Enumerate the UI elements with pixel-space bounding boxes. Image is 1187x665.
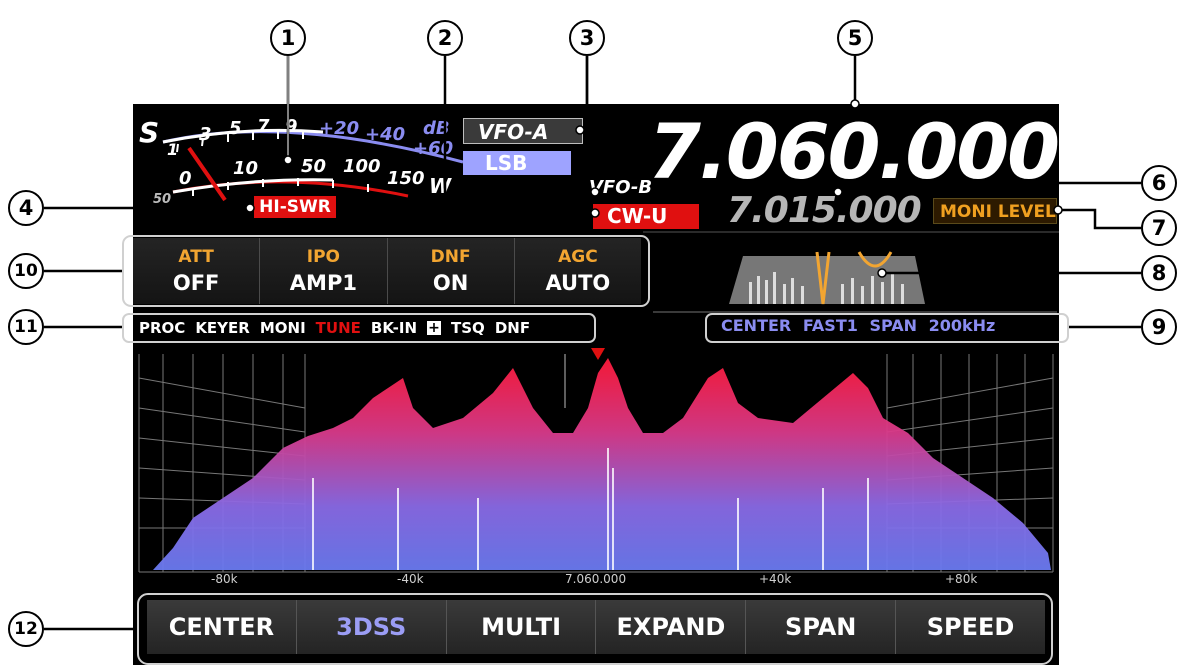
function-panel: ATT OFF IPO AMP1 DNF ON AGC AUTO xyxy=(133,238,641,304)
center-marker-icon xyxy=(591,348,605,360)
func-ipo-label: IPO xyxy=(306,247,340,267)
callout-2: 2 xyxy=(427,20,463,56)
scope-mode: CENTER xyxy=(721,316,792,335)
radio-display: S 1 3 5 7 9 +20 +40 +60 dB 10 50 100 150… xyxy=(133,104,1059,665)
func-dnf-value: ON xyxy=(432,271,469,295)
func-dnf-label: DNF xyxy=(430,247,471,267)
moni-level-indicator[interactable]: MONI LEVEL xyxy=(933,198,1057,224)
callout-4: 4 xyxy=(8,190,44,226)
func-agc[interactable]: AGC AUTO xyxy=(514,238,641,304)
func-ipo-value: AMP1 xyxy=(289,271,357,295)
divider-2 xyxy=(653,311,1057,313)
status-dnf[interactable]: DNF xyxy=(495,319,530,337)
spectrum-trace xyxy=(153,358,1051,570)
scope-button-row: CENTER 3DSS MULTI EXPAND SPAN SPEED xyxy=(147,600,1045,654)
func-dnf[interactable]: DNF ON xyxy=(387,238,515,304)
callout-5: 5 xyxy=(837,20,873,56)
3dss-button[interactable]: 3DSS xyxy=(296,600,447,654)
status-tune[interactable]: TUNE xyxy=(316,319,361,337)
func-att-label: ATT xyxy=(178,247,214,267)
callout-1: 1 xyxy=(270,20,306,56)
status-row: PROC KEYER MONI TUNE BK-IN + TSQ DNF xyxy=(133,316,530,340)
axis-label-minus40: -40k xyxy=(397,572,424,586)
filter-display xyxy=(729,251,925,305)
scope-span-value: 200kHz xyxy=(928,316,996,335)
callout-9: 9 xyxy=(1141,309,1177,345)
power-unit: W xyxy=(429,174,452,198)
scope-span-label: SPAN xyxy=(869,316,917,335)
callout-12: 12 xyxy=(8,611,44,647)
hi-swr-indicator: HI-SWR xyxy=(254,196,336,218)
vfo-b-mode[interactable]: CW-U xyxy=(593,204,699,229)
axis-label-plus40: +40k xyxy=(759,572,792,586)
span-button[interactable]: SPAN xyxy=(746,600,897,654)
expand-button[interactable]: EXPAND xyxy=(596,600,747,654)
status-tsq[interactable]: TSQ xyxy=(451,319,485,337)
s-scale-9: 9 xyxy=(285,116,298,137)
vfo-a-mode[interactable]: LSB xyxy=(463,151,571,175)
speed-button[interactable]: SPEED xyxy=(896,600,1045,654)
power-scale-10: 10 xyxy=(233,158,259,179)
status-bk-in[interactable]: BK-IN xyxy=(371,319,417,337)
meter-needle xyxy=(187,146,227,202)
db-scale-40: +40 xyxy=(365,124,406,145)
callout-8: 8 xyxy=(1141,255,1177,291)
power-scale-150: 150 xyxy=(387,168,425,189)
multi-button[interactable]: MULTI xyxy=(446,600,597,654)
divider xyxy=(643,231,1059,233)
callout-6: 6 xyxy=(1141,165,1177,201)
callout-10: 10 xyxy=(8,253,44,289)
func-agc-label: AGC xyxy=(558,247,598,267)
power-scale-50: 50 xyxy=(301,156,327,177)
status-proc[interactable]: PROC xyxy=(139,319,185,337)
func-att[interactable]: ATT OFF xyxy=(133,238,261,304)
status-moni[interactable]: MONI xyxy=(260,319,306,337)
callout-11: 11 xyxy=(8,309,44,345)
plus-icon[interactable]: + xyxy=(427,321,442,335)
db-unit: dB xyxy=(423,118,450,139)
s-label: S xyxy=(139,116,160,149)
axis-label-center: 7.060.000 xyxy=(565,572,627,586)
scope-info: CENTER FAST1 SPAN 200kHz xyxy=(721,316,995,335)
s-scale-1: 1 xyxy=(167,140,179,159)
s-scale-7: 7 xyxy=(257,116,270,137)
func-agc-value: AUTO xyxy=(545,271,611,295)
scope-speed: FAST1 xyxy=(802,316,858,335)
axis-label-minus80: -80k xyxy=(211,572,238,586)
callout-3: 3 xyxy=(569,20,605,56)
status-keyer[interactable]: KEYER xyxy=(195,319,250,337)
meter-extra: 50 xyxy=(153,192,172,207)
axis-label-plus80: +80k xyxy=(945,572,978,586)
power-scale-0: 0 xyxy=(179,168,192,189)
spectrum-scope[interactable] xyxy=(133,348,1059,574)
func-att-value: OFF xyxy=(172,271,220,295)
center-button[interactable]: CENTER xyxy=(147,600,297,654)
s-scale-3: 3 xyxy=(199,124,212,145)
vfo-a-label[interactable]: VFO-A xyxy=(463,118,583,144)
db-scale-60: +60 xyxy=(413,138,454,159)
s-scale-5: 5 xyxy=(229,118,242,139)
callout-7: 7 xyxy=(1141,210,1177,246)
power-scale-100: 100 xyxy=(343,156,381,177)
func-ipo[interactable]: IPO AMP1 xyxy=(260,238,388,304)
main-frequency[interactable]: 7.060.000 xyxy=(638,112,1059,192)
sub-frequency[interactable]: 7.015.000 xyxy=(727,190,922,231)
db-scale-20: +20 xyxy=(319,118,360,139)
